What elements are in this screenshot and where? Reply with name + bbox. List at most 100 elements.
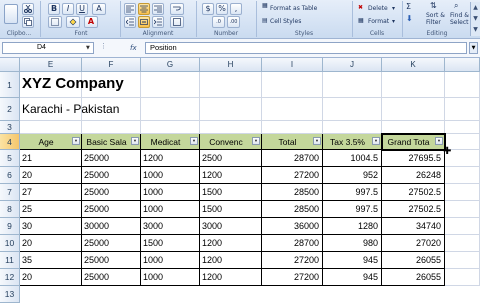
name-box[interactable]: D4 [2, 42, 94, 54]
underline-button[interactable]: U [76, 3, 88, 15]
row-header-5[interactable]: 5 [0, 150, 20, 167]
cell-styles-icon[interactable]: ▤ [262, 17, 268, 25]
data-cell[interactable]: 36000 [262, 218, 323, 235]
table-header-cell[interactable]: Total ▼ [262, 134, 323, 150]
data-cell[interactable]: 1000 [141, 269, 200, 286]
row-header-9[interactable]: 9 [0, 218, 20, 235]
decrease-decimal-button[interactable]: .00 [227, 16, 240, 28]
cell[interactable] [141, 98, 200, 121]
data-cell[interactable]: 25000 [82, 269, 141, 286]
data-cell[interactable]: 25000 [82, 167, 141, 184]
sort-filter-label-2[interactable]: Filter [426, 19, 441, 27]
percent-button[interactable]: % [216, 3, 228, 15]
column-header-i[interactable]: I [262, 58, 323, 72]
data-cell[interactable]: 20 [20, 269, 82, 286]
table-header-cell[interactable]: Basic Sala ▼ [82, 134, 141, 150]
data-cell[interactable]: 1004.5 [323, 150, 382, 167]
data-cell[interactable]: 945 [323, 252, 382, 269]
data-cell[interactable]: 27 [20, 184, 82, 201]
data-cell[interactable]: 945 [323, 269, 382, 286]
column-header-f[interactable]: F [82, 58, 141, 72]
data-cell[interactable]: 25000 [82, 184, 141, 201]
data-cell[interactable]: 1200 [200, 235, 262, 252]
data-cell[interactable]: 25000 [82, 252, 141, 269]
data-cell[interactable]: 1000 [141, 167, 200, 184]
align-right-button[interactable] [152, 3, 164, 15]
data-cell[interactable]: 1500 [200, 184, 262, 201]
data-cell[interactable]: 20 [20, 235, 82, 252]
increase-indent-button[interactable] [152, 16, 164, 28]
data-cell[interactable]: 20 [20, 167, 82, 184]
align-left-button[interactable] [124, 3, 136, 15]
filter-dropdown-icon[interactable]: ▼ [252, 137, 260, 145]
row-header-7[interactable]: 7 [0, 184, 20, 201]
format-as-table-button[interactable]: Format as Table [270, 5, 317, 13]
cell-styles-button[interactable]: Cell Styles [270, 18, 301, 26]
data-cell[interactable]: 25000 [82, 235, 141, 252]
increase-decimal-button[interactable]: .0 [212, 16, 225, 28]
row-header-2[interactable]: 2 [0, 98, 20, 121]
data-cell[interactable]: 1500 [200, 201, 262, 218]
cell[interactable] [445, 72, 480, 98]
merge-center-button[interactable] [138, 16, 150, 28]
data-cell[interactable]: 1200 [200, 269, 262, 286]
data-cell[interactable]: 1200 [200, 167, 262, 184]
row-header-10[interactable]: 10 [0, 235, 20, 252]
delete-dropdown-icon[interactable]: ▾ [392, 5, 395, 13]
data-cell[interactable]: 997.5 [323, 201, 382, 218]
table-header-cell[interactable]: Tax 3.5% ▼ [323, 134, 382, 150]
filter-dropdown-icon[interactable]: ▼ [435, 137, 443, 145]
data-cell[interactable]: 27020 [382, 235, 445, 252]
cell[interactable] [262, 72, 323, 98]
data-cell[interactable]: 3000 [141, 218, 200, 235]
copy-button[interactable] [22, 16, 34, 28]
cell[interactable] [141, 72, 200, 98]
currency-button[interactable]: $ [202, 3, 214, 15]
data-cell[interactable]: 28700 [262, 235, 323, 252]
table-header-cell[interactable]: Grand Tota ▼ [382, 134, 445, 150]
name-box-dropdown-icon[interactable]: ▼ [86, 45, 90, 51]
data-cell[interactable]: 27502.5 [382, 184, 445, 201]
delete-cells-button[interactable]: Delete [368, 5, 388, 13]
cell[interactable] [382, 121, 445, 134]
row-header-1[interactable]: 1 [0, 72, 20, 98]
filter-dropdown-icon[interactable]: ▼ [72, 137, 80, 145]
italic-button[interactable]: I [62, 3, 74, 15]
data-cell[interactable]: 25000 [82, 201, 141, 218]
table-header-cell[interactable]: Age ▼ [20, 134, 82, 150]
data-cell[interactable]: 27695.5 [382, 150, 445, 167]
formula-input[interactable]: Position [145, 42, 467, 54]
row-header-11[interactable]: 11 [0, 252, 20, 269]
cell[interactable] [445, 98, 480, 121]
cell[interactable] [445, 269, 480, 286]
find-select-label-2[interactable]: Select [450, 19, 469, 27]
table-header-cell[interactable]: Convenc ▼ [200, 134, 262, 150]
cell[interactable] [445, 184, 480, 201]
data-cell[interactable]: 1200 [200, 252, 262, 269]
cell[interactable] [382, 98, 445, 121]
row-header-4[interactable]: 4 [0, 134, 20, 150]
cell[interactable] [262, 98, 323, 121]
wrap-text-button[interactable] [170, 3, 184, 15]
ribbon-scroll[interactable]: ▲ ▼ ▼ [470, 2, 480, 36]
data-cell[interactable]: 1200 [141, 150, 200, 167]
borders-button[interactable] [48, 16, 62, 28]
expand-formula-bar-icon[interactable]: ▼ [469, 42, 478, 54]
bold-button[interactable]: B [48, 3, 60, 15]
column-header-g[interactable]: G [141, 58, 200, 72]
filter-dropdown-icon[interactable]: ▼ [131, 137, 139, 145]
data-cell[interactable]: 30 [20, 218, 82, 235]
scroll-up-icon[interactable]: ▲ [471, 2, 480, 13]
cell[interactable] [323, 72, 382, 98]
align-center-button[interactable] [138, 3, 150, 15]
company-title[interactable]: XYZ Company [22, 75, 124, 92]
data-cell[interactable]: 952 [323, 167, 382, 184]
data-cell[interactable]: 1280 [323, 218, 382, 235]
data-cell[interactable]: 34740 [382, 218, 445, 235]
filter-dropdown-icon[interactable]: ▼ [372, 137, 380, 145]
font-size-increase-button[interactable]: A [92, 3, 106, 15]
data-cell[interactable]: 1000 [141, 252, 200, 269]
cell[interactable] [445, 252, 480, 269]
fill-icon[interactable]: ⬇ [406, 15, 413, 23]
cell[interactable] [445, 235, 480, 252]
